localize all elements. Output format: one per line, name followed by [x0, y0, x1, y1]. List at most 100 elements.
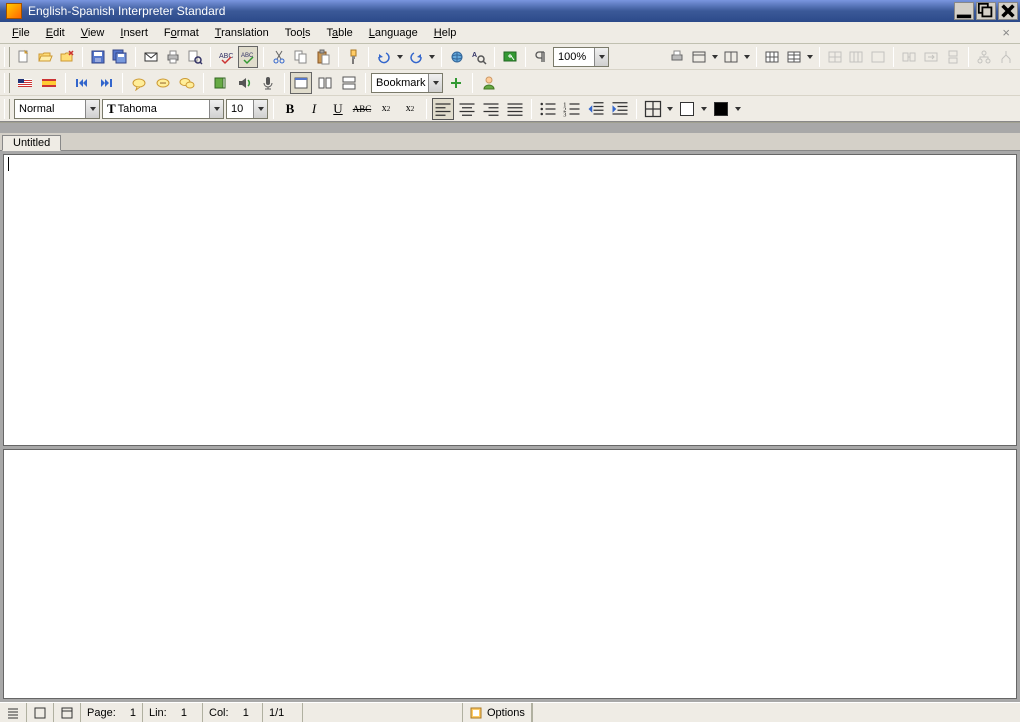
status-view1[interactable]: [0, 703, 27, 722]
redo-button[interactable]: [406, 46, 426, 68]
spellcheck-button[interactable]: ABC: [216, 46, 236, 68]
merge-right-button[interactable]: [921, 46, 941, 68]
status-view2[interactable]: [27, 703, 54, 722]
merge-left-button[interactable]: [899, 46, 919, 68]
view-single-button[interactable]: [290, 72, 312, 94]
redo-dropdown[interactable]: [428, 46, 436, 68]
minimize-button[interactable]: [954, 2, 974, 20]
save-button[interactable]: [88, 46, 108, 68]
close-button[interactable]: [998, 2, 1018, 20]
view-split-button[interactable]: [314, 72, 336, 94]
open-button[interactable]: [36, 46, 56, 68]
paste-button[interactable]: [313, 46, 333, 68]
menu-edit[interactable]: Edit: [38, 25, 73, 41]
skip-fwd-button[interactable]: [95, 72, 117, 94]
linecolor-button[interactable]: [676, 98, 698, 120]
fillcolor-button[interactable]: [710, 98, 732, 120]
align-justify-button[interactable]: [504, 98, 526, 120]
underline-button[interactable]: U: [327, 98, 349, 120]
status-view3[interactable]: [54, 703, 81, 722]
mdiclose-button[interactable]: ×: [996, 25, 1016, 40]
layout1-dropdown[interactable]: [711, 46, 719, 68]
align-right-button[interactable]: [480, 98, 502, 120]
print-setup-button[interactable]: [667, 46, 687, 68]
menu-format[interactable]: Format: [156, 25, 207, 41]
maximize-button[interactable]: [976, 2, 996, 20]
style-combo[interactable]: Normal: [14, 99, 100, 119]
doc-tab-untitled[interactable]: Untitled: [2, 135, 61, 151]
show-paragraph-button[interactable]: [531, 46, 551, 68]
translate-button[interactable]: [500, 46, 520, 68]
table-a-button[interactable]: [825, 46, 845, 68]
speak2-button[interactable]: [152, 72, 174, 94]
target-pane[interactable]: [3, 449, 1017, 699]
toolbar-grip[interactable]: [4, 99, 10, 119]
linecolor-dropdown[interactable]: [700, 98, 708, 120]
print-button[interactable]: [163, 46, 183, 68]
align-left-button[interactable]: [432, 98, 454, 120]
toolbar-grip[interactable]: [4, 73, 10, 93]
new-button[interactable]: [14, 46, 34, 68]
save-all-button[interactable]: [110, 46, 130, 68]
table-grid-button[interactable]: [784, 46, 804, 68]
table-grid-dropdown[interactable]: [806, 46, 814, 68]
add-bookmark-button[interactable]: [445, 72, 467, 94]
skip-back-button[interactable]: [71, 72, 93, 94]
font-combo[interactable]: T Tahoma: [102, 99, 224, 119]
copy-button[interactable]: [291, 46, 311, 68]
format-painter-button[interactable]: [344, 46, 364, 68]
table-b-button[interactable]: [847, 46, 867, 68]
menu-language[interactable]: Language: [361, 25, 426, 41]
toolbar-grip[interactable]: [4, 47, 10, 67]
bullets-button[interactable]: [537, 98, 559, 120]
dict-button[interactable]: [209, 72, 231, 94]
record-button[interactable]: [257, 72, 279, 94]
speak3-button[interactable]: [176, 72, 198, 94]
flag-es-button[interactable]: [38, 72, 60, 94]
layout1-button[interactable]: [689, 46, 709, 68]
strike-button[interactable]: ABC: [351, 98, 373, 120]
orgchart-button[interactable]: [974, 46, 994, 68]
menu-view[interactable]: View: [73, 25, 113, 41]
close-doc-button[interactable]: [57, 46, 77, 68]
table-insert-button[interactable]: [762, 46, 782, 68]
fontsize-combo[interactable]: 10: [226, 99, 268, 119]
table-c-button[interactable]: [868, 46, 888, 68]
view-stack-button[interactable]: [338, 72, 360, 94]
align-center-button[interactable]: [456, 98, 478, 120]
outdent-button[interactable]: [585, 98, 607, 120]
flag-en-button[interactable]: [14, 72, 36, 94]
undo-button[interactable]: [374, 46, 394, 68]
bookmark-combo[interactable]: Bookmark: [371, 73, 443, 93]
menu-table[interactable]: Table: [318, 25, 360, 41]
autospell-button[interactable]: ABC: [238, 46, 258, 68]
fillcolor-dropdown[interactable]: [734, 98, 742, 120]
speak1-button[interactable]: [128, 72, 150, 94]
bold-button[interactable]: B: [279, 98, 301, 120]
print-preview-button[interactable]: [185, 46, 205, 68]
merge-down-button[interactable]: [943, 46, 963, 68]
menu-file[interactable]: File: [4, 25, 38, 41]
menu-tools[interactable]: Tools: [277, 25, 319, 41]
status-options[interactable]: Options: [463, 703, 532, 722]
tree-button[interactable]: [996, 46, 1016, 68]
menu-help[interactable]: Help: [426, 25, 465, 41]
cut-button[interactable]: [269, 46, 289, 68]
subscript-button[interactable]: x2: [375, 98, 397, 120]
user-button[interactable]: [478, 72, 500, 94]
zoom-combo[interactable]: 100%: [553, 47, 609, 67]
layout2-button[interactable]: [721, 46, 741, 68]
indent-button[interactable]: [609, 98, 631, 120]
layout2-dropdown[interactable]: [743, 46, 751, 68]
voice-button[interactable]: [233, 72, 255, 94]
mail-button[interactable]: [141, 46, 161, 68]
find-button[interactable]: A: [469, 46, 489, 68]
numbering-button[interactable]: 123: [561, 98, 583, 120]
borders-button[interactable]: [642, 98, 664, 120]
superscript-button[interactable]: x2: [399, 98, 421, 120]
undo-dropdown[interactable]: [396, 46, 404, 68]
italic-button[interactable]: I: [303, 98, 325, 120]
hyperlink-button[interactable]: [447, 46, 467, 68]
menu-translation[interactable]: Translation: [207, 25, 277, 41]
source-pane[interactable]: [3, 154, 1017, 446]
